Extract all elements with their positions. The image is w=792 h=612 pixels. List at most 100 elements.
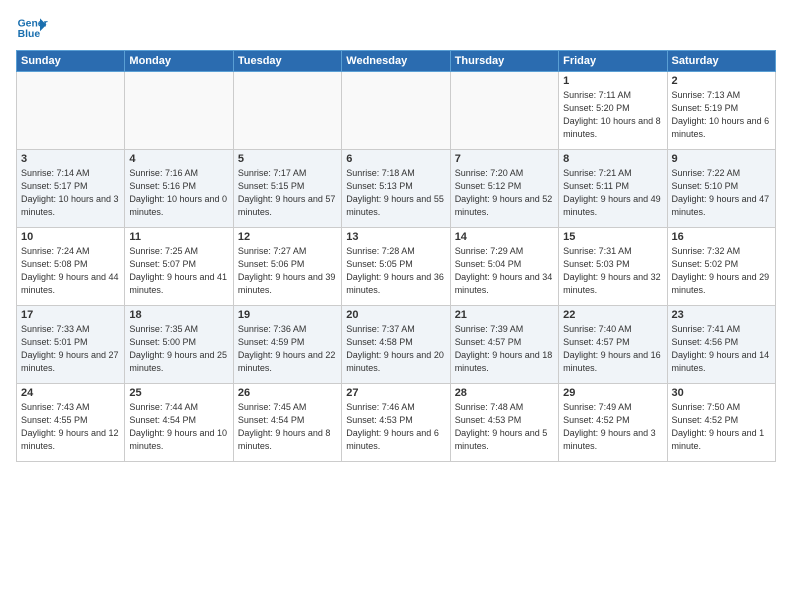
day-number: 11	[129, 231, 228, 243]
day-number: 21	[455, 309, 554, 321]
day-info: Sunrise: 7:50 AM Sunset: 4:52 PM Dayligh…	[672, 401, 771, 453]
weekday-sunday: Sunday	[17, 51, 125, 72]
day-info: Sunrise: 7:45 AM Sunset: 4:54 PM Dayligh…	[238, 401, 337, 453]
calendar-cell: 2 Sunrise: 7:13 AM Sunset: 5:19 PM Daylig…	[667, 72, 775, 150]
day-info: Sunrise: 7:32 AM Sunset: 5:02 PM Dayligh…	[672, 245, 771, 297]
day-number: 6	[346, 153, 445, 165]
day-number: 20	[346, 309, 445, 321]
calendar-table: SundayMondayTuesdayWednesdayThursdayFrid…	[16, 50, 776, 462]
day-info: Sunrise: 7:39 AM Sunset: 4:57 PM Dayligh…	[455, 323, 554, 375]
day-number: 26	[238, 387, 337, 399]
day-number: 9	[672, 153, 771, 165]
calendar-cell: 18 Sunrise: 7:35 AM Sunset: 5:00 PM Dayli…	[125, 306, 233, 384]
day-info: Sunrise: 7:49 AM Sunset: 4:52 PM Dayligh…	[563, 401, 662, 453]
day-number: 13	[346, 231, 445, 243]
header: General Blue	[16, 12, 776, 44]
calendar-cell: 12 Sunrise: 7:27 AM Sunset: 5:06 PM Dayli…	[233, 228, 341, 306]
calendar-week-2: 3 Sunrise: 7:14 AM Sunset: 5:17 PM Daylig…	[17, 150, 776, 228]
day-number: 27	[346, 387, 445, 399]
day-number: 28	[455, 387, 554, 399]
day-info: Sunrise: 7:18 AM Sunset: 5:13 PM Dayligh…	[346, 167, 445, 219]
calendar-cell: 21 Sunrise: 7:39 AM Sunset: 4:57 PM Dayli…	[450, 306, 558, 384]
weekday-monday: Monday	[125, 51, 233, 72]
calendar-cell: 11 Sunrise: 7:25 AM Sunset: 5:07 PM Dayli…	[125, 228, 233, 306]
day-info: Sunrise: 7:33 AM Sunset: 5:01 PM Dayligh…	[21, 323, 120, 375]
calendar-cell: 26 Sunrise: 7:45 AM Sunset: 4:54 PM Dayli…	[233, 384, 341, 462]
day-number: 5	[238, 153, 337, 165]
calendar-cell	[233, 72, 341, 150]
day-number: 12	[238, 231, 337, 243]
day-number: 24	[21, 387, 120, 399]
page: General Blue SundayMondayTuesdayWednesda…	[0, 0, 792, 470]
day-number: 17	[21, 309, 120, 321]
weekday-tuesday: Tuesday	[233, 51, 341, 72]
day-info: Sunrise: 7:35 AM Sunset: 5:00 PM Dayligh…	[129, 323, 228, 375]
day-info: Sunrise: 7:16 AM Sunset: 5:16 PM Dayligh…	[129, 167, 228, 219]
calendar-cell: 17 Sunrise: 7:33 AM Sunset: 5:01 PM Dayli…	[17, 306, 125, 384]
day-number: 25	[129, 387, 228, 399]
calendar-cell: 13 Sunrise: 7:28 AM Sunset: 5:05 PM Dayli…	[342, 228, 450, 306]
day-number: 2	[672, 75, 771, 87]
day-number: 15	[563, 231, 662, 243]
calendar-cell: 6 Sunrise: 7:18 AM Sunset: 5:13 PM Daylig…	[342, 150, 450, 228]
day-number: 16	[672, 231, 771, 243]
calendar-cell: 30 Sunrise: 7:50 AM Sunset: 4:52 PM Dayli…	[667, 384, 775, 462]
day-info: Sunrise: 7:41 AM Sunset: 4:56 PM Dayligh…	[672, 323, 771, 375]
day-number: 30	[672, 387, 771, 399]
day-number: 3	[21, 153, 120, 165]
calendar-cell: 14Sunrise: 7:29 AM Sunset: 5:04 PM Dayli…	[450, 228, 558, 306]
logo: General Blue	[16, 12, 48, 44]
day-info: Sunrise: 7:44 AM Sunset: 4:54 PM Dayligh…	[129, 401, 228, 453]
logo-icon: General Blue	[16, 12, 48, 44]
day-info: Sunrise: 7:25 AM Sunset: 5:07 PM Dayligh…	[129, 245, 228, 297]
day-number: 22	[563, 309, 662, 321]
day-number: 8	[563, 153, 662, 165]
day-info: Sunrise: 7:13 AM Sunset: 5:19 PM Dayligh…	[672, 89, 771, 141]
calendar-cell	[17, 72, 125, 150]
calendar-cell	[125, 72, 233, 150]
day-number: 10	[21, 231, 120, 243]
calendar-cell: 1Sunrise: 7:11 AM Sunset: 5:20 PM Daylig…	[559, 72, 667, 150]
day-info: Sunrise: 7:27 AM Sunset: 5:06 PM Dayligh…	[238, 245, 337, 297]
day-info: Sunrise: 7:17 AM Sunset: 5:15 PM Dayligh…	[238, 167, 337, 219]
calendar-cell: 15 Sunrise: 7:31 AM Sunset: 5:03 PM Dayli…	[559, 228, 667, 306]
calendar-cell: 22 Sunrise: 7:40 AM Sunset: 4:57 PM Dayli…	[559, 306, 667, 384]
day-info: Sunrise: 7:37 AM Sunset: 4:58 PM Dayligh…	[346, 323, 445, 375]
day-info: Sunrise: 7:20 AM Sunset: 5:12 PM Dayligh…	[455, 167, 554, 219]
calendar-cell: 23 Sunrise: 7:41 AM Sunset: 4:56 PM Dayli…	[667, 306, 775, 384]
calendar-cell: 24 Sunrise: 7:43 AM Sunset: 4:55 PM Dayli…	[17, 384, 125, 462]
day-info: Sunrise: 7:40 AM Sunset: 4:57 PM Dayligh…	[563, 323, 662, 375]
day-info: Sunrise: 7:21 AM Sunset: 5:11 PM Dayligh…	[563, 167, 662, 219]
calendar-week-3: 10Sunrise: 7:24 AM Sunset: 5:08 PM Dayli…	[17, 228, 776, 306]
calendar-cell: 19Sunrise: 7:36 AM Sunset: 4:59 PM Dayli…	[233, 306, 341, 384]
day-info: Sunrise: 7:46 AM Sunset: 4:53 PM Dayligh…	[346, 401, 445, 453]
weekday-friday: Friday	[559, 51, 667, 72]
calendar-cell: 27 Sunrise: 7:46 AM Sunset: 4:53 PM Dayli…	[342, 384, 450, 462]
day-info: Sunrise: 7:29 AM Sunset: 5:04 PM Dayligh…	[455, 245, 554, 297]
weekday-saturday: Saturday	[667, 51, 775, 72]
calendar-cell: 29Sunrise: 7:49 AM Sunset: 4:52 PM Dayli…	[559, 384, 667, 462]
day-info: Sunrise: 7:43 AM Sunset: 4:55 PM Dayligh…	[21, 401, 120, 453]
day-number: 18	[129, 309, 228, 321]
calendar-cell: 4 Sunrise: 7:16 AM Sunset: 5:16 PM Daylig…	[125, 150, 233, 228]
calendar-cell: 20 Sunrise: 7:37 AM Sunset: 4:58 PM Dayli…	[342, 306, 450, 384]
weekday-wednesday: Wednesday	[342, 51, 450, 72]
calendar-cell: 7 Sunrise: 7:20 AM Sunset: 5:12 PM Daylig…	[450, 150, 558, 228]
calendar-cell: 5 Sunrise: 7:17 AM Sunset: 5:15 PM Daylig…	[233, 150, 341, 228]
day-info: Sunrise: 7:31 AM Sunset: 5:03 PM Dayligh…	[563, 245, 662, 297]
day-info: Sunrise: 7:14 AM Sunset: 5:17 PM Dayligh…	[21, 167, 120, 219]
day-number: 4	[129, 153, 228, 165]
calendar-week-1: 1Sunrise: 7:11 AM Sunset: 5:20 PM Daylig…	[17, 72, 776, 150]
weekday-header-row: SundayMondayTuesdayWednesdayThursdayFrid…	[17, 51, 776, 72]
calendar-cell: 3 Sunrise: 7:14 AM Sunset: 5:17 PM Daylig…	[17, 150, 125, 228]
calendar-cell: 9Sunrise: 7:22 AM Sunset: 5:10 PM Daylig…	[667, 150, 775, 228]
day-number: 7	[455, 153, 554, 165]
calendar-cell: 16 Sunrise: 7:32 AM Sunset: 5:02 PM Dayli…	[667, 228, 775, 306]
calendar-week-4: 17 Sunrise: 7:33 AM Sunset: 5:01 PM Dayli…	[17, 306, 776, 384]
weekday-thursday: Thursday	[450, 51, 558, 72]
day-info: Sunrise: 7:28 AM Sunset: 5:05 PM Dayligh…	[346, 245, 445, 297]
day-number: 1	[563, 75, 662, 87]
calendar-cell: 25 Sunrise: 7:44 AM Sunset: 4:54 PM Dayli…	[125, 384, 233, 462]
calendar-cell: 10Sunrise: 7:24 AM Sunset: 5:08 PM Dayli…	[17, 228, 125, 306]
day-number: 23	[672, 309, 771, 321]
